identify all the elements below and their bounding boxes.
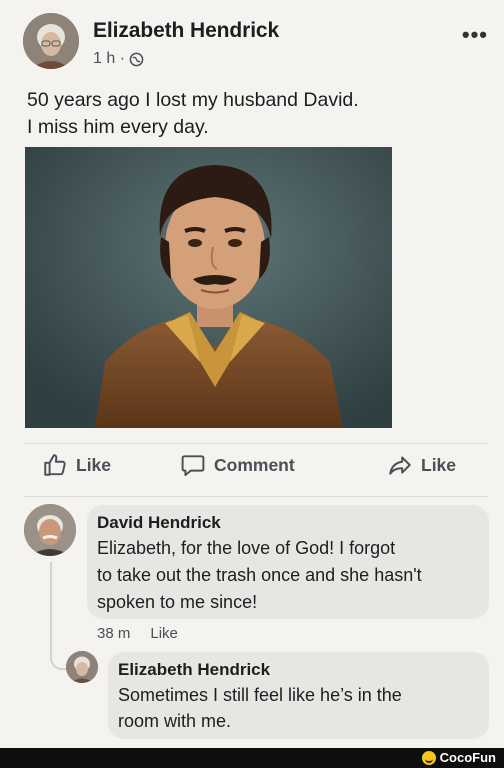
divider [24,496,488,497]
more-options-icon[interactable]: ••• [462,22,488,48]
reply-text-line: Sometimes I still feel like he’s in the [118,685,402,705]
comment-text: Elizabeth, for the love of God! I forgot… [97,535,479,616]
post-photo[interactable] [25,147,392,428]
comment-button[interactable]: Comment [180,452,295,478]
watermark-bar: CocoFun [0,748,504,768]
like-label: Like [76,454,112,475]
author-avatar[interactable] [23,13,79,69]
thumbs-up-icon [44,454,66,476]
reply-bubble: Elizabeth Hendrick Sometimes I still fee… [108,652,489,739]
comment-text-line: Elizabeth, for the love of God! I forgot [97,538,396,558]
reply-text: Sometimes I still feel like he’s in the … [118,682,479,734]
post-text-line: I miss him every day. [27,116,209,138]
reply-thread-line [50,562,68,670]
comment-like-link[interactable]: Like [150,625,178,642]
comment-meta: 38 m Like [97,625,178,642]
share-arrow-icon [389,456,411,475]
smiley-logo-icon [421,750,436,765]
watermark-brand: CocoFun [439,750,496,765]
share-label: Like [421,454,457,475]
comment-bubble: David Hendrick Elizabeth, for the love o… [87,505,489,619]
divider [24,443,488,444]
post-text-line: 50 years ago I lost my husband David. [27,89,359,111]
reply-author-name[interactable]: Elizabeth Hendrick [118,660,479,680]
comment-text-line: spoken to me since! [97,592,258,612]
watermark: CocoFun [421,750,496,765]
post-actions-bar: Like Comment Like [0,452,504,488]
facebook-post: Elizabeth Hendrick 1 h · ••• 50 years ag… [0,0,504,748]
comment-text-line: to take out the trash once and she hasn'… [97,565,422,585]
commenter-avatar[interactable] [24,504,76,556]
reply-author-avatar[interactable] [66,651,98,683]
post-time[interactable]: 1 h · [93,50,125,68]
like-button[interactable]: Like [42,452,111,478]
reply-text-line: room with me. [118,711,232,731]
post-author-name[interactable]: Elizabeth Hendrick [93,19,279,43]
comment-icon [181,455,205,476]
share-button[interactable]: Like [387,452,456,478]
globe-icon [129,52,144,67]
comment-author-name[interactable]: David Hendrick [97,513,479,533]
comment-label: Comment [214,454,295,475]
comment-time[interactable]: 38 m [97,625,130,642]
post-text: 50 years ago I lost my husband David. I … [27,87,487,141]
post-meta: 1 h · [93,50,144,68]
